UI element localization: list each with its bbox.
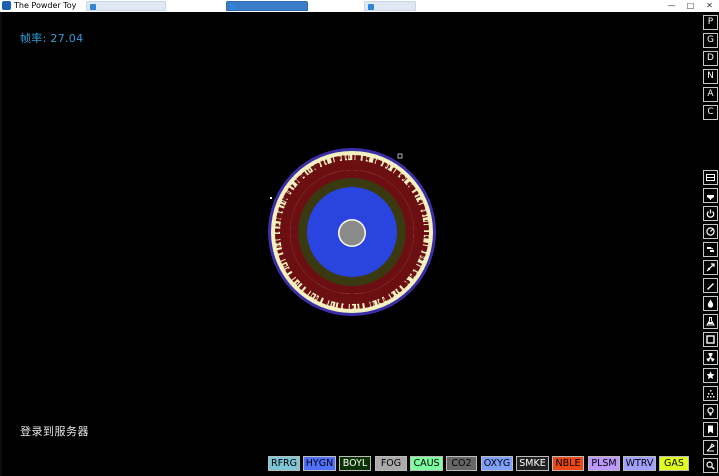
gases-icon[interactable] [703,314,718,329]
force-icon[interactable] [703,260,718,275]
element-button-hygn[interactable]: HYGN [303,456,336,471]
left-border [0,12,2,476]
element-button-oxyg[interactable]: OXYG [481,456,513,471]
special-icon[interactable] [703,332,718,347]
app-icon [2,1,11,10]
element-button-plsm[interactable]: PLSM [588,456,620,471]
window-titlebar: The Powder Toy — □ ✕ [0,0,719,12]
element-button-nble[interactable]: NBLE [552,456,584,471]
login-to-server-button[interactable]: 登录到服务器 [20,423,89,439]
minimize-button[interactable]: — [662,0,681,12]
mode-button-c[interactable]: C [703,105,718,120]
element-button-smke[interactable]: SMKE [516,456,549,471]
wall-icon[interactable] [703,170,718,185]
mode-button-n[interactable]: N [703,69,718,84]
tab-favicon-icon [90,4,96,10]
background-browser-tab [226,1,308,11]
element-button-co2[interactable]: CO2 [446,456,477,471]
brush-cursor [397,153,403,159]
window-controls: — □ ✕ [662,0,719,12]
power-icon[interactable] [703,206,718,221]
element-button-caus[interactable]: CAUS [410,456,443,471]
background-browser-tab [364,1,416,11]
powders-icon[interactable] [703,386,718,401]
element-button-rfrg[interactable]: RFRG [268,456,300,471]
sensors-icon[interactable] [703,242,718,257]
mode-button-d[interactable]: D [703,51,718,66]
element-button-boyl[interactable]: BOYL [339,456,371,471]
search-icon[interactable] [703,458,718,473]
tab-favicon-icon [230,4,236,10]
simulation-particles [268,148,436,316]
misc-icon[interactable] [703,440,718,455]
element-button-wtrv[interactable]: WTRV [623,456,656,471]
tools-icon[interactable] [703,404,718,419]
maximize-button[interactable]: □ [681,0,700,12]
tab-favicon-icon [368,4,374,10]
bookmark-icon[interactable] [703,422,718,437]
fps-display: 帧率: 27.04 [20,32,84,45]
element-button-fog[interactable]: FOG [375,456,407,471]
liquids-icon[interactable] [703,296,718,311]
mode-button-a[interactable]: A [703,87,718,102]
close-button[interactable]: ✕ [700,0,719,12]
explosives-icon[interactable] [703,224,718,239]
mode-button-g[interactable]: G [703,33,718,48]
window-title: The Powder Toy [14,1,77,10]
particle-center [339,220,365,246]
life-icon[interactable] [703,368,718,383]
radioactive-icon[interactable] [703,350,718,365]
mode-button-p[interactable]: P [703,15,718,30]
background-browser-tab [86,1,166,11]
electronics-icon[interactable] [703,188,718,203]
element-button-gas[interactable]: GAS [659,456,689,471]
solids-icon[interactable] [703,278,718,293]
stray-particle [270,197,272,199]
